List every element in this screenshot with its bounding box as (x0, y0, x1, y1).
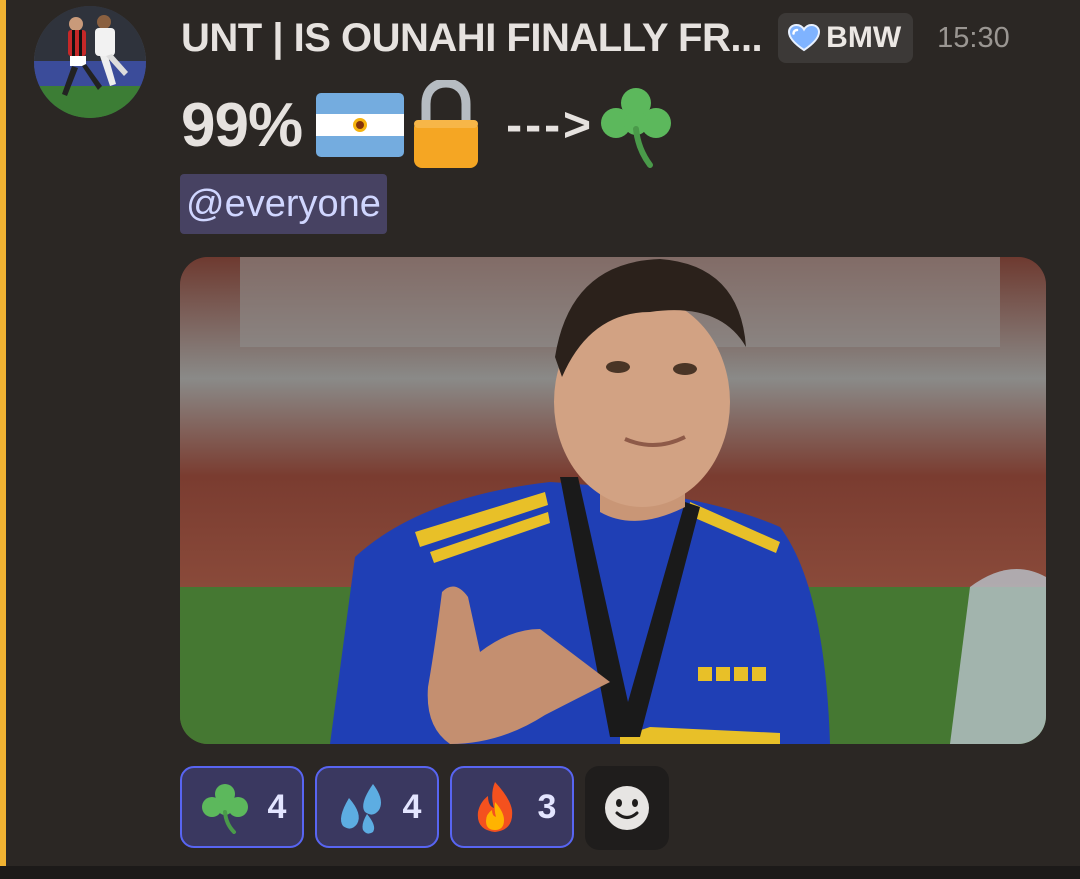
add-reaction-button[interactable] (585, 766, 669, 850)
reaction-shamrock[interactable]: 4 (180, 766, 304, 848)
avatar[interactable] (34, 6, 146, 118)
smiley-icon (605, 786, 649, 830)
reaction-count: 3 (537, 787, 557, 826)
reaction-sweat-droplets[interactable]: 4 (315, 766, 439, 848)
sweat-droplets-icon (340, 784, 381, 834)
reactions-bar: 4 4 3 (180, 766, 669, 850)
percent-text: 99% (181, 90, 303, 160)
shamrock-icon (601, 88, 672, 168)
player-photo (180, 257, 1046, 744)
timestamp[interactable]: 15:30 (937, 22, 1010, 55)
shamrock-icon (201, 784, 248, 834)
everyone-mention[interactable]: @everyone (180, 174, 387, 234)
reaction-count: 4 (402, 787, 422, 826)
mention-highlight-bar (0, 0, 6, 866)
message-header: UNT | IS OUNAHI FINALLY FR... BMW 15:30 (181, 10, 1010, 66)
fire-icon (477, 782, 512, 832)
role-name: BMW (826, 21, 902, 54)
author-name[interactable]: UNT | IS OUNAHI FINALLY FR... (181, 16, 763, 61)
role-tag[interactable]: BMW (778, 13, 914, 63)
message-content: 99% ---> (181, 80, 678, 170)
reaction-fire[interactable]: 3 (450, 766, 574, 848)
lock-icon (414, 80, 479, 168)
attachment-image[interactable] (180, 257, 1046, 744)
avatar-image (34, 6, 146, 118)
heart-icon (788, 24, 821, 52)
arrow-text: ---> (506, 98, 595, 152)
bottom-divider (0, 866, 1080, 879)
argentina-flag-icon (316, 93, 405, 157)
reaction-count: 4 (267, 787, 287, 826)
